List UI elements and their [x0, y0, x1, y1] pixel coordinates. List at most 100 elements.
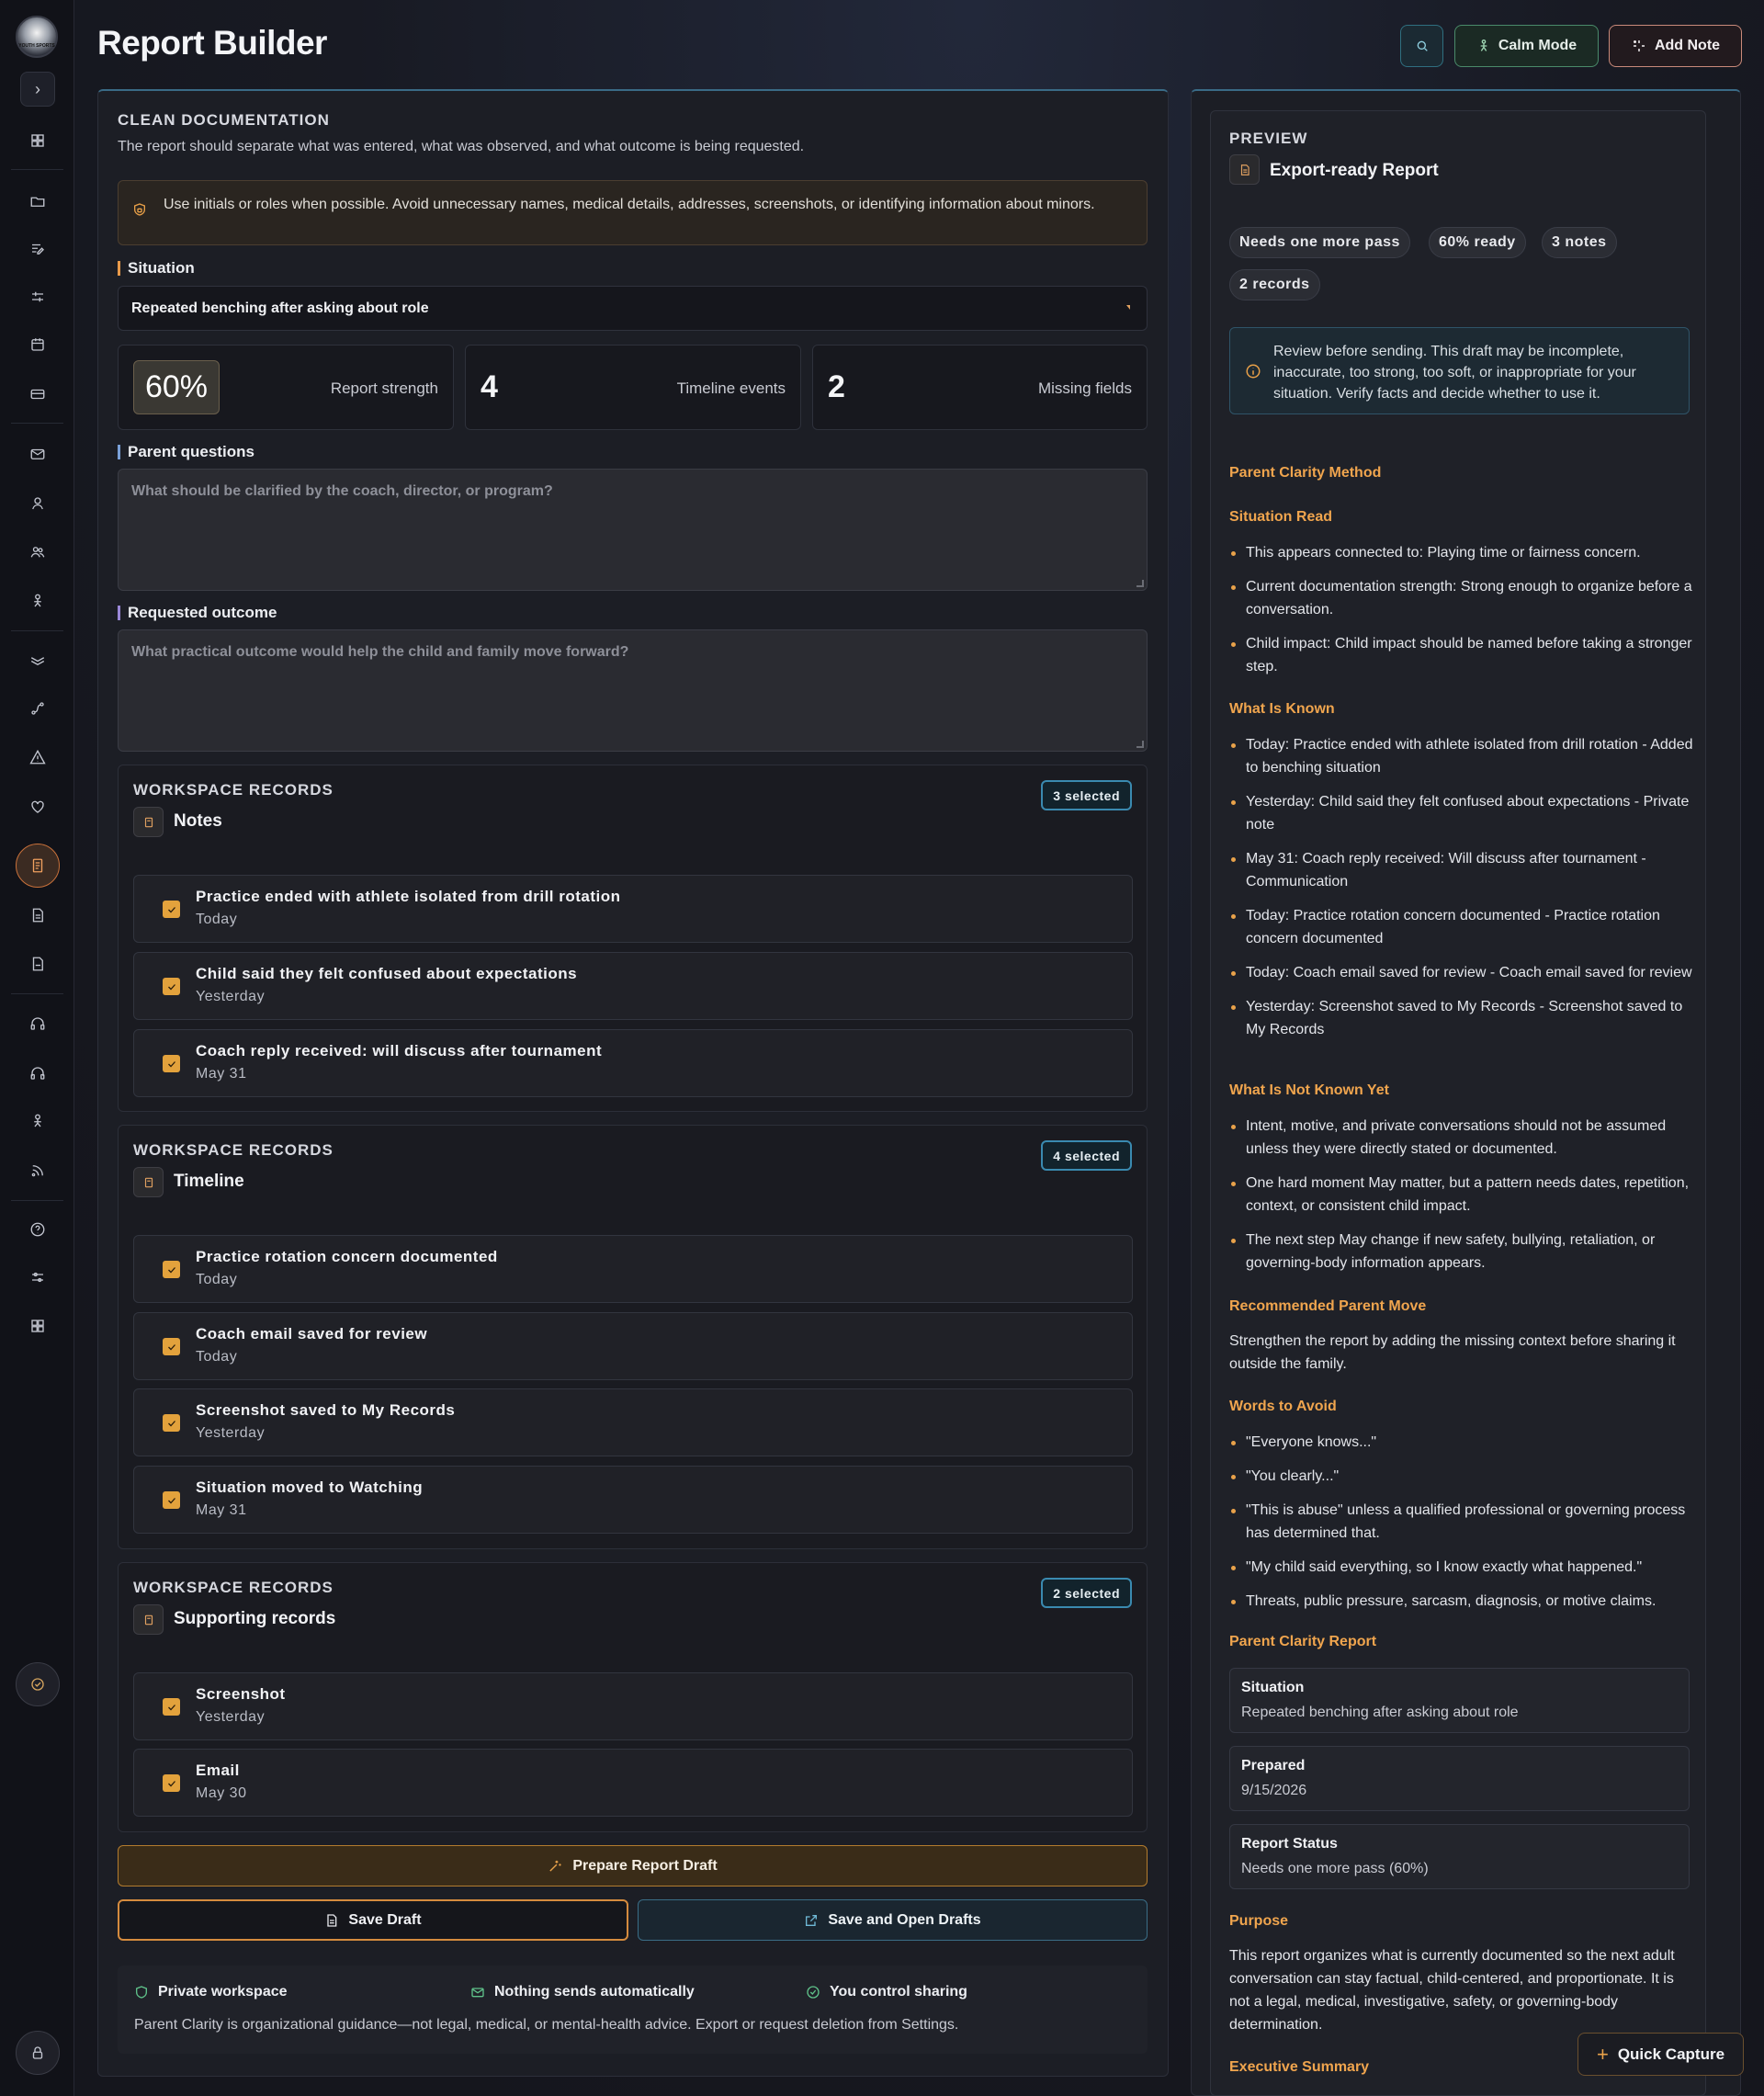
settings-sliders-icon[interactable]	[22, 1262, 53, 1293]
sidebar-expand-button[interactable]: ›	[20, 72, 55, 107]
report-builder-nav-icon[interactable]	[16, 844, 60, 888]
search-button[interactable]	[1400, 25, 1443, 67]
list-item[interactable]: Coach reply received: will discuss after…	[133, 1029, 1133, 1097]
checkbox-checked-icon[interactable]	[163, 1261, 180, 1278]
list-item[interactable]: Coach email saved for review Today	[133, 1312, 1133, 1380]
search-icon	[1417, 40, 1428, 51]
dropdown-arrow-icon	[1126, 305, 1130, 310]
checkbox-checked-icon[interactable]	[163, 978, 180, 995]
list-item: Intent, motive, and private conversation…	[1229, 1115, 1698, 1161]
purpose-heading: Purpose	[1229, 1913, 1289, 1929]
resize-handle[interactable]	[1136, 580, 1144, 587]
coach-icon[interactable]	[22, 585, 53, 617]
nothing-sends-label: Nothing sends automatically	[494, 1984, 695, 2000]
prepare-report-draft-button[interactable]: Prepare Report Draft	[118, 1845, 1148, 1886]
headset-icon[interactable]	[22, 1008, 53, 1039]
list-item[interactable]: Practice ended with athlete isolated fro…	[133, 875, 1133, 943]
parent-questions-input[interactable]: What should be clarified by the coach, d…	[118, 469, 1148, 591]
sidebar-divider	[11, 630, 63, 631]
list-item[interactable]: Email May 30	[133, 1749, 1133, 1817]
notes-count-badge: 3 notes	[1542, 227, 1617, 258]
resize-handle[interactable]	[1136, 741, 1144, 748]
list-item[interactable]: Screenshot Yesterday	[133, 1672, 1133, 1740]
lock-icon[interactable]	[16, 2031, 60, 2075]
preview-title: Export-ready Report	[1270, 161, 1439, 180]
item-date: Today	[196, 1349, 238, 1365]
timeline-doc-icon	[133, 1167, 164, 1197]
list-item: One hard moment May matter, but a patter…	[1229, 1172, 1698, 1218]
privacy-notice: Use initials or roles when possible. Avo…	[118, 180, 1148, 245]
save-and-open-drafts-button[interactable]: Save and Open Drafts	[638, 1899, 1148, 1941]
not-known-list: Intent, motive, and private conversation…	[1229, 1115, 1698, 1286]
calm-mode-button[interactable]: Calm Mode	[1454, 25, 1599, 67]
item-name: Screenshot	[196, 1685, 286, 1703]
add-note-button[interactable]: Add Note	[1609, 25, 1742, 67]
checkbox-checked-icon[interactable]	[163, 1055, 180, 1072]
selected-count-badge: 2 selected	[1041, 1578, 1132, 1608]
rss-icon[interactable]	[22, 1155, 53, 1186]
quick-capture-button[interactable]: + Quick Capture	[1577, 2033, 1744, 2076]
list-item[interactable]: Child said they felt confused about expe…	[133, 952, 1133, 1020]
sliders-icon[interactable]	[22, 281, 53, 312]
dashboard-icon[interactable]	[22, 125, 53, 156]
person-calm-icon	[1480, 40, 1487, 51]
file-icon[interactable]	[22, 948, 53, 980]
checkbox-checked-icon[interactable]	[163, 901, 180, 918]
mail-icon[interactable]	[22, 438, 53, 470]
list-item: Today: Practice ended with athlete isola…	[1229, 733, 1698, 779]
situation-select[interactable]: Repeated benching after asking about rol…	[118, 286, 1148, 331]
checkbox-checked-icon[interactable]	[163, 1414, 180, 1432]
records-title: WORKSPACE RECORDS	[133, 1141, 334, 1159]
list-item[interactable]: Screenshot saved to My Records Yesterday	[133, 1388, 1133, 1456]
card-icon[interactable]	[22, 379, 53, 410]
item-name: Practice ended with athlete isolated fro…	[196, 888, 621, 905]
apps-icon[interactable]	[22, 1310, 53, 1342]
user-icon[interactable]	[22, 488, 53, 519]
help-icon[interactable]	[22, 1214, 53, 1245]
report-strength-value: 60%	[133, 360, 220, 414]
requested-outcome-input[interactable]: What practical outcome would help the ch…	[118, 629, 1148, 752]
missing-fields-value: 2	[828, 369, 845, 404]
layers-icon[interactable]	[22, 644, 53, 675]
calendar-icon[interactable]	[22, 329, 53, 360]
list-item[interactable]: Practice rotation concern documented Tod…	[133, 1235, 1133, 1303]
list-item[interactable]: Situation moved to Watching May 31	[133, 1466, 1133, 1534]
checkbox-checked-icon[interactable]	[163, 1338, 180, 1355]
parent-move-heading: Recommended Parent Move	[1229, 1298, 1427, 1314]
checkbox-checked-icon[interactable]	[163, 1774, 180, 1792]
plus-icon: +	[1596, 2042, 1609, 2066]
list-item: Today: Practice rotation concern documen…	[1229, 904, 1698, 950]
report-strength-label: Report strength	[330, 380, 438, 397]
checkbox-checked-icon[interactable]	[163, 1698, 180, 1716]
folder-icon[interactable]	[22, 186, 53, 217]
warning-icon[interactable]	[22, 742, 53, 773]
document-icon[interactable]	[22, 900, 53, 931]
records-subtitle: Notes	[174, 811, 222, 831]
timeline-events-label: Timeline events	[676, 380, 786, 397]
users-icon[interactable]	[22, 537, 53, 568]
save-draft-button[interactable]: Save Draft	[118, 1899, 628, 1941]
save-open-label: Save and Open Drafts	[828, 1911, 981, 1928]
field-value: 9/15/2026	[1241, 1783, 1307, 1798]
person-icon[interactable]	[22, 1105, 53, 1137]
sparkle-icon	[1633, 40, 1645, 51]
control-sharing-item: You control sharing	[806, 1984, 967, 2000]
checkbox-checked-icon[interactable]	[163, 1491, 180, 1509]
supporting-records-box: WORKSPACE RECORDS 2 selected Supporting …	[118, 1562, 1148, 1832]
page-title: Report Builder	[97, 24, 327, 62]
list-item: This appears connected to: Playing time …	[1229, 541, 1698, 564]
badge-check-icon[interactable]	[16, 1662, 60, 1706]
words-to-avoid-heading: Words to Avoid	[1229, 1399, 1337, 1414]
not-known-heading: What Is Not Known Yet	[1229, 1082, 1389, 1098]
sidebar: YOUTH SPORTS ›	[0, 0, 74, 2096]
app-logo[interactable]: YOUTH SPORTS	[16, 16, 58, 58]
route-icon[interactable]	[22, 693, 53, 724]
field-value: Repeated benching after asking about rol…	[1241, 1705, 1519, 1720]
report-situation-field: Situation Repeated benching after asking…	[1229, 1668, 1690, 1733]
review-warning-text: Review before sending. This draft may be…	[1273, 344, 1636, 402]
control-sharing-label: You control sharing	[830, 1984, 967, 2000]
edit-list-icon[interactable]	[22, 233, 53, 265]
headphones-icon[interactable]	[22, 1058, 53, 1089]
heart-icon[interactable]	[22, 791, 53, 822]
list-item: Child impact: Child impact should be nam…	[1229, 632, 1698, 678]
